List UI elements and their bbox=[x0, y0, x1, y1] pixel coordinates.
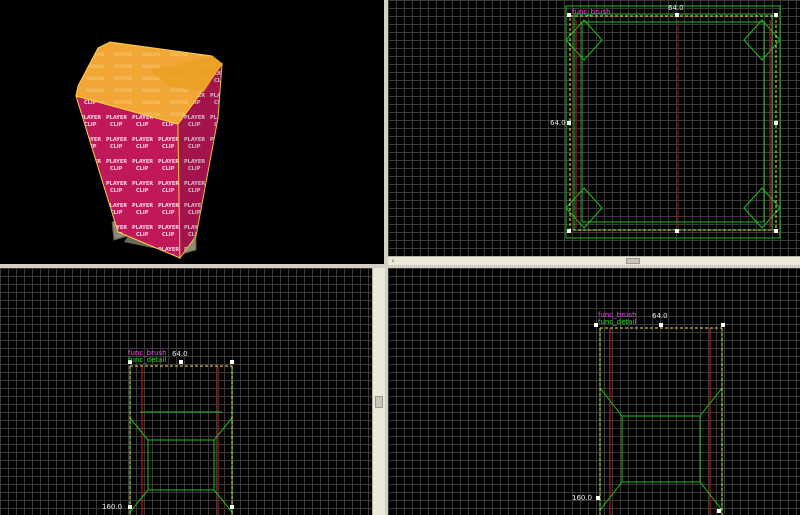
side-view-brush-wireframe bbox=[594, 323, 725, 515]
side-height-label: 160.0 bbox=[572, 494, 593, 502]
front-height-label: 160.0 bbox=[102, 503, 123, 511]
top-height-label: 64.0 bbox=[550, 119, 566, 127]
top-width-label: 64.0 bbox=[668, 4, 684, 12]
scrollbar-thumb[interactable] bbox=[626, 258, 640, 264]
side-width-label: 64.0 bbox=[652, 312, 668, 320]
front-view-vertical-scrollbar[interactable] bbox=[372, 268, 385, 515]
front-view-brush-wireframe bbox=[128, 360, 234, 515]
brush-3d-render: PLAYER CLIP NODRAW bbox=[75, 41, 223, 260]
scrollbar-thumb[interactable] bbox=[375, 396, 383, 408]
front-width-label: 64.0 bbox=[172, 350, 188, 358]
camera-3d-viewport[interactable]: PLAYER CLIP NODRAW bbox=[0, 0, 384, 264]
top-view-horizontal-scrollbar[interactable]: ‹ bbox=[388, 256, 800, 265]
front-view-viewport[interactable]: func_brush func_detail 64.0 160.0 bbox=[0, 268, 372, 515]
top-entity-label: func_brush bbox=[572, 8, 611, 16]
top-view-viewport[interactable]: func_brush 64.0 64.0 bbox=[388, 0, 800, 256]
side-view-viewport[interactable]: func_brush func_detail 64.0 160.0 bbox=[388, 268, 800, 515]
top-view-brush-wireframe bbox=[565, 5, 781, 239]
side-entity-sublabel: func_detail bbox=[598, 318, 637, 326]
scroll-left-arrow-icon[interactable]: ‹ bbox=[388, 257, 398, 265]
front-entity-sublabel: func_detail bbox=[128, 356, 167, 364]
